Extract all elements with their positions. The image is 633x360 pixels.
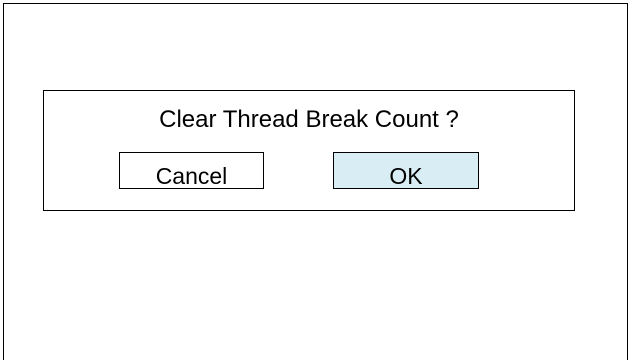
screen-frame: Clear Thread Break Count ? Cancel OK [3,3,628,360]
dialog-message: Clear Thread Break Count ? [159,106,459,133]
cancel-button[interactable]: Cancel [119,152,264,189]
confirm-dialog: Clear Thread Break Count ? Cancel OK [43,90,575,211]
ok-button[interactable]: OK [333,152,479,189]
